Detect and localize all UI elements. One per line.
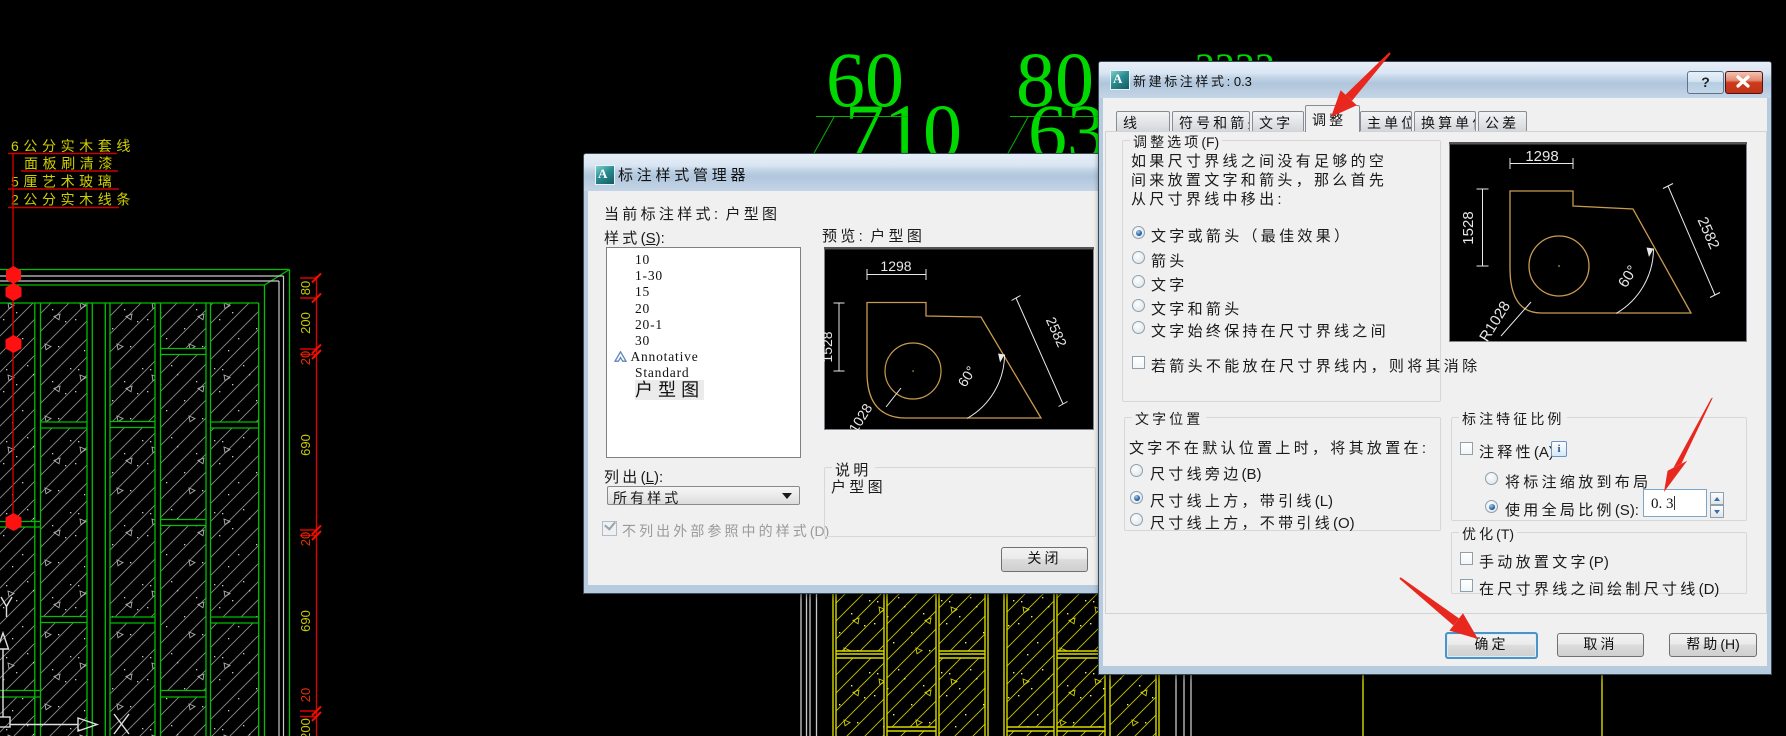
svg-text:1298: 1298 <box>1525 148 1558 165</box>
svg-text:1298: 1298 <box>880 258 911 274</box>
svg-text:1528: 1528 <box>824 331 835 362</box>
svg-text:1528: 1528 <box>1460 211 1477 244</box>
